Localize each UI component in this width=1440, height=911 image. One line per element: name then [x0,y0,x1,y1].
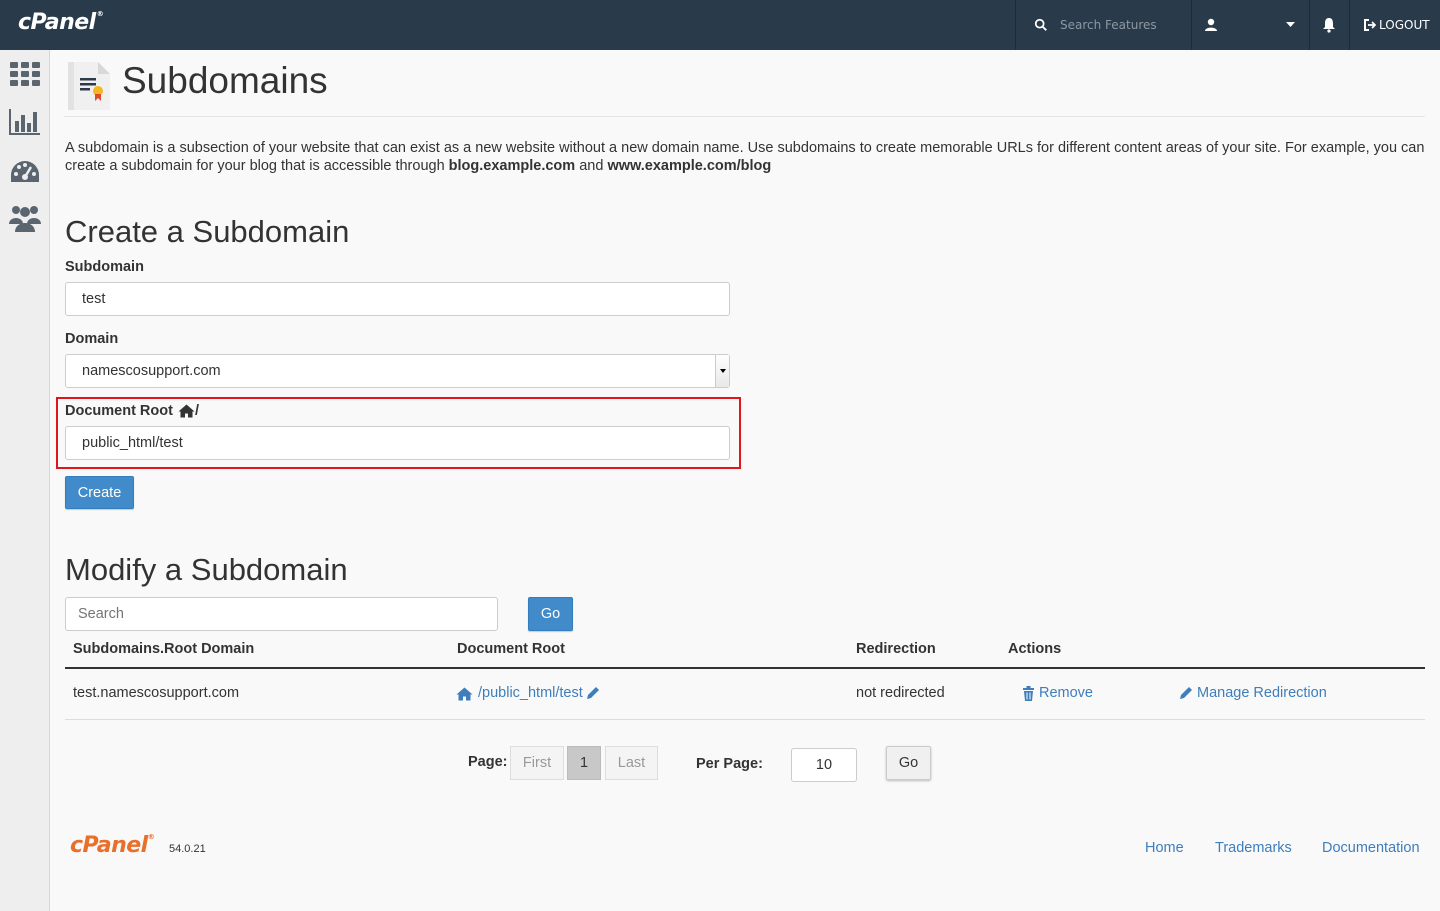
create-subdomain-heading: Create a Subdomain [65,214,350,249]
manage-redirection-link[interactable]: Manage Redirection [1179,685,1327,701]
per-page-go-button[interactable]: Go [886,746,931,780]
version-text: 54.0.21 [169,843,206,855]
statistics-icon[interactable] [9,106,41,138]
user-icon [1205,18,1217,31]
cpanel-logo[interactable]: cPanel® [18,10,104,35]
current-page-button[interactable]: 1 [567,746,601,780]
document-root-input[interactable] [82,435,713,451]
search-go-button[interactable]: Go [528,597,573,631]
pencil-icon [1180,687,1192,699]
trash-icon [1023,685,1034,701]
modify-subdomain-heading: Modify a Subdomain [65,552,348,587]
logout-button[interactable]: LOGOUT [1350,0,1440,50]
search-icon [1034,18,1047,31]
table-row-rule [65,719,1425,720]
table-header-rule [65,667,1425,669]
user-manager-icon[interactable] [9,202,41,234]
dashboard-gauge-icon[interactable] [9,156,41,188]
per-page-input[interactable]: 10 [791,748,857,782]
document-root-field[interactable] [65,426,730,460]
footer-cpanel-logo: cPanel® [70,833,155,858]
subdomain-field[interactable] [65,282,730,316]
domain-label: Domain [65,331,119,347]
manage-redirection-text[interactable]: Manage Redirection [1197,685,1327,701]
notifications-button[interactable] [1310,0,1348,50]
subdomain-search-input[interactable] [78,606,485,622]
caret-down-icon [1286,22,1295,27]
document-root-label: Document Root / [65,403,199,419]
column-header-document-root[interactable]: Document Root [457,641,565,657]
per-page-label: Per Page: [696,756,763,772]
top-navbar: cPanel® LOGOUT [0,0,1440,50]
subdomain-search-field[interactable] [65,597,498,631]
column-header-actions: Actions [1008,641,1062,657]
logout-icon [1364,19,1376,31]
column-header-subdomain[interactable]: Subdomains.Root Domain [73,641,254,657]
page-description: A subdomain is a subsection of your webs… [65,140,1425,174]
domain-selected-value: namescosupport.com [82,363,221,379]
sidebar [0,50,50,911]
subdomains-page-icon [68,62,110,110]
page-label: Page: [468,754,508,770]
bell-icon [1323,18,1335,33]
home-icon [456,687,473,701]
table-cell-redirection: not redirected [856,685,945,701]
table-cell-subdomain: test.namescosupport.com [73,685,240,701]
logout-label: LOGOUT [1379,18,1430,32]
last-page-button[interactable]: Last [605,746,658,780]
footer-link-home[interactable]: Home [1145,840,1184,856]
home-icon [178,404,195,418]
page-title: Subdomains [122,60,328,101]
column-header-redirection[interactable]: Redirection [856,641,936,657]
feature-search-input[interactable] [1060,18,1180,32]
pencil-icon[interactable] [586,686,600,700]
document-root-link-text[interactable]: /public_html/test [478,685,583,701]
user-menu[interactable] [1192,0,1309,50]
domain-select[interactable]: namescosupport.com [65,354,730,388]
create-button[interactable]: Create [65,476,134,509]
footer-link-trademarks[interactable]: Trademarks [1215,840,1292,856]
home-grid-icon[interactable] [9,58,41,90]
document-root-link[interactable]: /public_html/test [456,685,600,701]
subdomain-input[interactable] [82,291,713,307]
remove-link-text[interactable]: Remove [1039,685,1093,701]
chevron-down-icon[interactable] [715,355,729,387]
divider [64,116,1425,117]
first-page-button[interactable]: First [510,746,564,780]
footer-link-documentation[interactable]: Documentation [1322,840,1420,856]
subdomain-label: Subdomain [65,259,144,275]
remove-link[interactable]: Remove [1022,685,1093,701]
feature-search[interactable] [1016,0,1191,50]
